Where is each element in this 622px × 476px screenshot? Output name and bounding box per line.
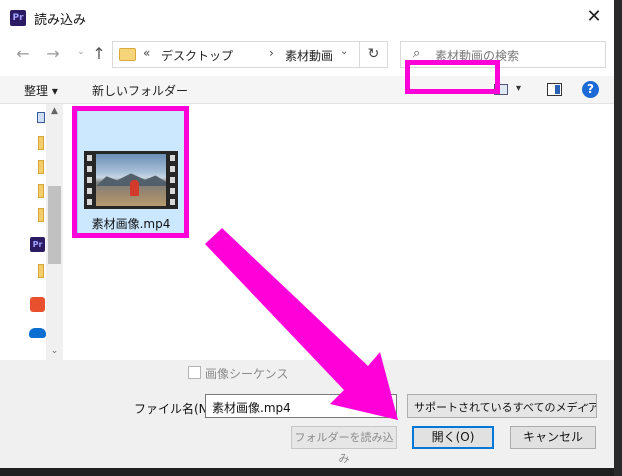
video-thumbnail	[84, 151, 178, 209]
view-mode-icon[interactable]	[494, 84, 508, 95]
preview-pane-icon[interactable]	[547, 83, 562, 96]
scroll-up-button[interactable]: ▲	[46, 106, 63, 120]
import-folder-button[interactable]: フォルダーを読み込み	[291, 426, 397, 465]
refresh-button[interactable]: ↻	[360, 41, 388, 68]
filename-dropdown[interactable]: ⌄	[380, 399, 388, 410]
screen: Pr 読み込み ✕ ← → ⌄ ↑ « デスクトップ › 素材動画 ⌄ ↻ ⌕ …	[0, 0, 622, 476]
new-folder-button[interactable]: 新しいフォルダー	[92, 82, 188, 99]
forward-button[interactable]: →	[44, 44, 62, 63]
image-sequence-checkbox[interactable]	[188, 366, 201, 379]
background-app	[614, 0, 622, 476]
back-button[interactable]: ←	[14, 44, 32, 63]
filename-input[interactable]: 素材画像.mp4	[205, 394, 397, 418]
command-bar: 整理 ▾ 新しいフォルダー ▾ ?	[0, 76, 614, 104]
navigation-bar: ← → ⌄ ↑ « デスクトップ › 素材動画 ⌄ ↻ ⌕ 素材動画の検索	[0, 34, 614, 76]
search-icon: ⌕	[413, 46, 421, 61]
folder-icon	[119, 48, 136, 61]
navigation-pane: Pr ▲ ⌄	[0, 104, 63, 360]
up-one-level-button[interactable]: ↑	[90, 44, 108, 63]
thumbnail-image	[96, 154, 166, 206]
file-type-select[interactable]: サポートされているすべてのメディア ('	[407, 394, 597, 418]
scroll-thumb[interactable]	[48, 186, 61, 264]
chevron-down-icon[interactable]: ⌄	[582, 398, 590, 409]
recent-locations-button[interactable]: ⌄	[72, 47, 90, 57]
path-overflow-button[interactable]: «	[143, 46, 150, 60]
folder-icon[interactable]	[38, 208, 44, 222]
file-name: 素材画像.mp4	[91, 217, 171, 231]
address-dropdown-button[interactable]: ⌄	[340, 46, 348, 57]
search-placeholder: 素材動画の検索	[435, 49, 520, 63]
premiere-pro-icon: Pr	[10, 10, 26, 26]
folder-icon[interactable]	[38, 136, 44, 150]
address-bar[interactable]: « デスクトップ › 素材動画 ⌄	[112, 41, 360, 68]
scroll-down-button[interactable]: ⌄	[46, 346, 63, 360]
premiere-pro-icon[interactable]: Pr	[30, 237, 45, 252]
breadcrumb-current-folder[interactable]: 素材動画	[285, 47, 333, 64]
open-button[interactable]: 開く(O)	[412, 426, 494, 449]
organize-button[interactable]: 整理 ▾	[24, 82, 58, 99]
image-sequence-label: 画像シーケンス	[205, 367, 289, 381]
folder-icon[interactable]	[38, 160, 44, 174]
cancel-button[interactable]: キャンセル	[510, 426, 596, 449]
this-pc-icon[interactable]	[37, 112, 45, 123]
folder-icon[interactable]	[38, 264, 44, 278]
title-bar[interactable]: Pr 読み込み ✕	[0, 0, 614, 34]
help-icon[interactable]: ?	[582, 81, 599, 98]
folder-icon[interactable]	[38, 184, 44, 198]
dialog-footer: 画像シーケンス ファイル名(N): 素材画像.mp4 ⌄ サポートされているすべ…	[0, 360, 614, 468]
file-item[interactable]: 素材画像.mp4	[77, 110, 185, 234]
close-button[interactable]: ✕	[578, 4, 610, 30]
search-input[interactable]: ⌕ 素材動画の検索	[400, 41, 606, 68]
window-title: 読み込み	[34, 13, 87, 28]
creative-cloud-icon[interactable]	[30, 297, 45, 312]
breadcrumb-desktop[interactable]: デスクトップ	[161, 47, 233, 64]
onedrive-icon[interactable]	[29, 328, 46, 338]
import-dialog: Pr 読み込み ✕ ← → ⌄ ↑ « デスクトップ › 素材動画 ⌄ ↻ ⌕ …	[0, 0, 614, 468]
view-mode-dropdown[interactable]: ▾	[516, 83, 521, 94]
file-list: 素材画像.mp4	[63, 104, 614, 360]
breadcrumb-separator[interactable]: ›	[269, 46, 274, 60]
